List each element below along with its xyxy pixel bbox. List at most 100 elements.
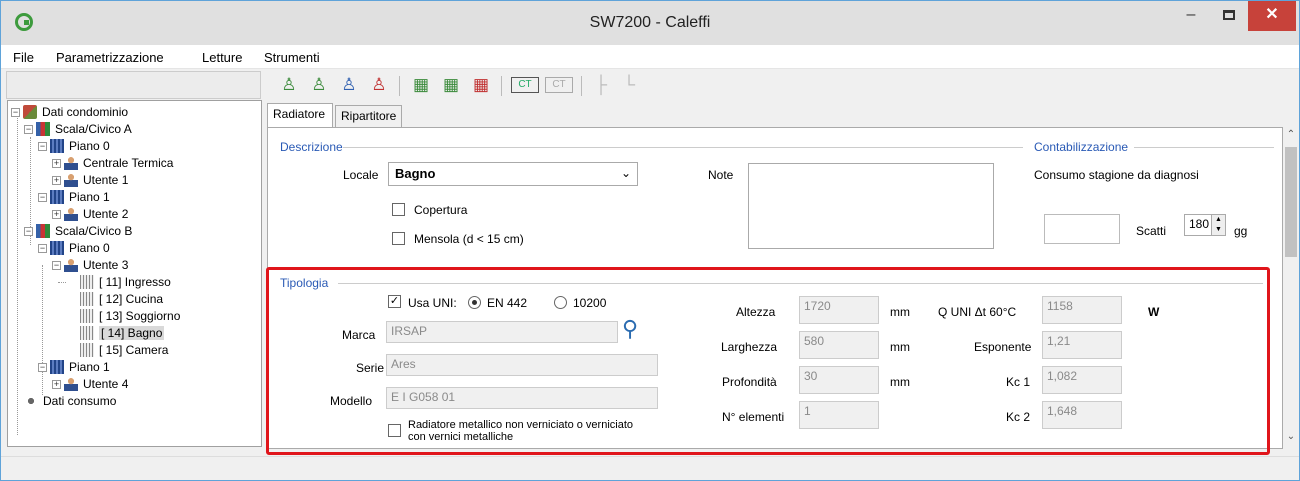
menu-parametrizzazione[interactable]: Parametrizzazione bbox=[56, 50, 164, 65]
radiator-icon bbox=[80, 343, 94, 357]
add-users-icon[interactable]: ♙ bbox=[307, 74, 331, 96]
scrollbar-thumb[interactable] bbox=[1285, 147, 1297, 257]
toolbar-separator bbox=[581, 76, 582, 96]
user-icon bbox=[64, 377, 78, 391]
tab-radiatore[interactable]: Radiatore bbox=[267, 103, 333, 127]
gears-icon bbox=[24, 394, 38, 408]
menu-strumenti[interactable]: Strumenti bbox=[264, 50, 320, 65]
tree-view[interactable]: − Dati condominio − Scala/Civico A − Piano … bbox=[7, 100, 262, 447]
tree-item-scala-b[interactable]: − Scala/Civico B bbox=[24, 223, 132, 239]
collapse-icon[interactable]: − bbox=[52, 261, 61, 270]
tree-item-radiator-12[interactable]: [ 12] Cucina bbox=[66, 291, 163, 307]
piano-icon bbox=[50, 241, 64, 255]
tree-item-dati-consumo[interactable]: Dati consumo bbox=[24, 393, 116, 409]
tree-item-utente-2[interactable]: + Utente 2 bbox=[52, 206, 128, 222]
radiator-icon bbox=[80, 292, 94, 306]
title-bar[interactable]: SW7200 - Caleffi – ✕ bbox=[1, 1, 1299, 45]
window-title: SW7200 - Caleffi bbox=[589, 14, 711, 31]
add-ct-icon[interactable]: CT bbox=[511, 77, 539, 93]
close-button[interactable]: ✕ bbox=[1248, 1, 1296, 31]
tab-ripartitore[interactable]: Ripartitore bbox=[335, 105, 402, 127]
radiator-icon bbox=[80, 309, 94, 323]
piano-icon bbox=[50, 360, 64, 374]
collapse-icon[interactable]: − bbox=[38, 142, 47, 151]
tree-item-scala-a[interactable]: − Scala/Civico A bbox=[24, 121, 132, 137]
spin-arrows-icon[interactable]: ▲ ▼ bbox=[1211, 215, 1225, 235]
note-textarea[interactable] bbox=[748, 163, 994, 249]
panel-scrollbar[interactable]: ⌃ ⌄ bbox=[1283, 127, 1299, 449]
expand-icon[interactable]: + bbox=[52, 176, 61, 185]
tree-item-piano-0a[interactable]: − Piano 0 bbox=[38, 138, 110, 154]
delete-user-icon[interactable]: ♙ bbox=[367, 74, 391, 96]
delete-radiator-icon[interactable]: ▦ bbox=[469, 74, 493, 96]
gg-stepper[interactable]: 180 ▲ ▼ bbox=[1184, 214, 1226, 236]
tree-item-utente-3[interactable]: − Utente 3 bbox=[52, 257, 128, 273]
tree-item-utente-1[interactable]: + Utente 1 bbox=[52, 172, 128, 188]
radiator-icon bbox=[80, 326, 94, 340]
move-user-icon[interactable]: ♙ bbox=[337, 74, 361, 96]
add-radiator-multi-icon[interactable]: ▦ bbox=[439, 74, 463, 96]
menu-bar: File Parametrizzazione Letture Strumenti bbox=[1, 45, 1299, 69]
collapse-icon[interactable]: − bbox=[24, 125, 33, 134]
tree-item-piano-1a[interactable]: − Piano 1 bbox=[38, 189, 110, 205]
menu-file[interactable]: File bbox=[13, 50, 34, 65]
condominio-icon bbox=[23, 105, 37, 119]
tree-item-piano-0b[interactable]: − Piano 0 bbox=[38, 240, 110, 256]
consumo-input[interactable] bbox=[1044, 214, 1120, 244]
minimize-button[interactable]: – bbox=[1171, 1, 1211, 31]
tree-item-radiator-13[interactable]: [ 13] Soggiorno bbox=[66, 308, 180, 324]
tree-item-centrale-termica[interactable]: + Centrale Termica bbox=[52, 155, 173, 171]
locale-label: Locale bbox=[343, 168, 379, 182]
collapse-icon[interactable]: − bbox=[11, 108, 20, 117]
radiator-icon bbox=[80, 275, 94, 289]
add-radiator-icon[interactable]: ▦ bbox=[409, 74, 433, 96]
toolbar-separator bbox=[501, 76, 502, 96]
user-icon bbox=[64, 207, 78, 221]
consumo-label: Consumo stagione da diagnosi bbox=[1034, 168, 1199, 182]
collapse-icon[interactable]: − bbox=[24, 227, 33, 236]
toolbar: ♙ ♙ ♙ ♙ ▦ ▦ ▦ CT CT ├ └ bbox=[267, 70, 1299, 100]
gg-label: gg bbox=[1234, 224, 1248, 238]
menu-letture[interactable]: Letture bbox=[202, 50, 242, 65]
scatti-label: Scatti bbox=[1136, 224, 1167, 238]
tree-item-piano-1b[interactable]: − Piano 1 bbox=[38, 359, 110, 375]
user-icon bbox=[64, 258, 78, 272]
tree-item-utente-4[interactable]: + Utente 4 bbox=[52, 376, 128, 392]
tipologia-highlight-box bbox=[266, 267, 1270, 455]
expand-icon[interactable]: + bbox=[52, 210, 61, 219]
piano-icon bbox=[50, 139, 64, 153]
mensola-checkbox[interactable] bbox=[392, 232, 405, 245]
copertura-checkbox[interactable] bbox=[392, 203, 405, 216]
contabilizzazione-title: Contabilizzazione bbox=[1034, 140, 1129, 154]
mensola-label: Mensola (d < 15 cm) bbox=[414, 232, 524, 246]
expand-icon[interactable]: + bbox=[52, 159, 61, 168]
pipe-alt-icon: └ bbox=[622, 75, 636, 94]
maximize-button[interactable] bbox=[1209, 1, 1249, 31]
collapse-icon[interactable]: − bbox=[38, 244, 47, 253]
collapse-icon[interactable]: − bbox=[38, 193, 47, 202]
tree-item-radiator-11[interactable]: [ 11] Ingresso bbox=[58, 274, 171, 290]
maximize-icon bbox=[1223, 9, 1235, 20]
chevron-down-icon: ⌄ bbox=[620, 166, 631, 180]
piano-icon bbox=[50, 190, 64, 204]
locale-select[interactable]: Bagno ⌄ bbox=[388, 162, 638, 186]
tree-item-radiator-15[interactable]: [ 15] Camera bbox=[66, 342, 168, 358]
tree-item-dati-condominio[interactable]: − Dati condominio bbox=[11, 104, 128, 120]
copertura-label: Copertura bbox=[414, 203, 468, 217]
scala-icon bbox=[36, 224, 50, 238]
tree-toolbar-area bbox=[6, 71, 261, 99]
scroll-up-icon[interactable]: ⌃ bbox=[1283, 129, 1299, 140]
tree-item-radiator-14[interactable]: [ 14] Bagno bbox=[66, 325, 165, 341]
app-window: SW7200 - Caleffi – ✕ File Parametrizzazi… bbox=[0, 0, 1300, 481]
collapse-icon[interactable]: − bbox=[38, 363, 47, 372]
pipe-icon: ├ bbox=[594, 75, 608, 94]
status-bar bbox=[1, 456, 1299, 480]
note-label: Note bbox=[708, 168, 734, 182]
user-icon bbox=[64, 156, 78, 170]
user-icon bbox=[64, 173, 78, 187]
add-user-icon[interactable]: ♙ bbox=[277, 74, 301, 96]
scroll-down-icon[interactable]: ⌄ bbox=[1283, 431, 1299, 442]
expand-icon[interactable]: + bbox=[52, 380, 61, 389]
scala-icon bbox=[36, 122, 50, 136]
toolbar-separator bbox=[399, 76, 400, 96]
